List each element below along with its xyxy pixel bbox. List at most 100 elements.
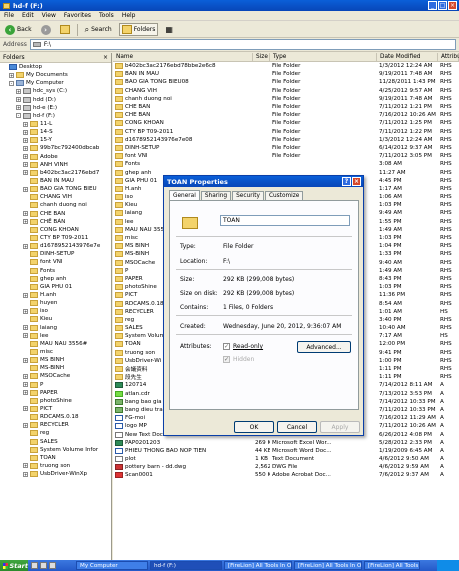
expand-icon[interactable]: + — [23, 211, 28, 217]
tree-item[interactable]: + hd-e (E:) — [0, 104, 111, 112]
minimize-button[interactable]: _ — [428, 1, 437, 10]
expand-icon[interactable]: + — [23, 422, 28, 428]
list-item[interactable]: d1678952143976e7e08 File Folder 1/3/2012 1… — [113, 136, 459, 144]
tree-item[interactable]: - My Computer — [0, 79, 111, 87]
close-window-button[interactable]: × — [448, 1, 457, 10]
tree-item[interactable]: + H.anh — [0, 291, 111, 299]
tree-item[interactable]: reg — [0, 429, 111, 437]
search-button[interactable]: ⌕ Search — [83, 23, 114, 36]
menu-favorites[interactable]: Favorites — [64, 12, 91, 19]
tree-item[interactable]: DINH-SETUP — [0, 250, 111, 258]
tree-item[interactable]: TOAN — [0, 454, 111, 462]
list-item[interactable]: CTY BP T09-2011 File Folder 7/11/2012 1:22… — [113, 128, 459, 136]
list-item[interactable]: CHANG VIH File Folder 4/25/2012 9:57 AM RHS — [113, 87, 459, 95]
collapse-icon[interactable]: - — [16, 113, 21, 119]
column-name[interactable]: Name — [113, 53, 253, 61]
tree-item[interactable]: + ANH VINH — [0, 161, 111, 169]
quicklaunch-icon[interactable] — [31, 562, 38, 569]
column-type[interactable]: Type — [270, 53, 377, 61]
expand-icon[interactable]: + — [23, 243, 28, 249]
back-button[interactable]: ‹ Back — [3, 23, 34, 36]
views-button[interactable]: ▦ — [163, 23, 175, 36]
tree-item[interactable]: font VNI — [0, 258, 111, 266]
tree-item[interactable]: + iso — [0, 307, 111, 315]
tree-item[interactable]: + hdd (D:) — [0, 96, 111, 104]
column-date[interactable]: Date Modified — [377, 53, 438, 61]
tree-item[interactable]: + UsbDriver-WinXp — [0, 470, 111, 478]
tree-item[interactable]: Kieu — [0, 315, 111, 323]
expand-icon[interactable]: + — [23, 129, 28, 135]
list-item[interactable]: PHIEU THONG BAO NOP TIEN 44 KB Microsoft W… — [113, 447, 459, 455]
taskbar-item-hd-f[interactable]: hd-f (F:) — [150, 561, 222, 570]
expand-icon[interactable]: + — [23, 308, 28, 314]
ok-button[interactable]: OK — [234, 421, 274, 433]
list-item[interactable]: CONG KHOAN File Folder 7/11/2012 1:25 PM RH… — [113, 119, 459, 127]
column-attributes[interactable]: Attributes — [438, 53, 459, 61]
expand-icon[interactable]: + — [23, 471, 28, 477]
expand-icon[interactable]: + — [16, 105, 21, 111]
expand-icon[interactable]: + — [16, 88, 21, 94]
expand-icon[interactable]: + — [23, 162, 28, 168]
tree-item[interactable]: +11-L — [0, 120, 111, 128]
folders-button[interactable]: Folders — [118, 23, 159, 36]
expand-icon[interactable]: + — [9, 72, 14, 78]
readonly-checkbox[interactable]: ✓ — [223, 343, 230, 350]
tree-item[interactable]: + BAO GIA TONG BIEU — [0, 185, 111, 193]
list-item[interactable]: CHE BAN File Folder 7/11/2012 1:21 PM RHS — [113, 103, 459, 111]
expand-icon[interactable]: + — [23, 357, 28, 363]
tree-item[interactable]: SALES — [0, 437, 111, 445]
tree-item[interactable]: GIA PHU 01 — [0, 283, 111, 291]
expand-icon[interactable]: + — [23, 333, 28, 339]
tree-item[interactable]: ghep anh — [0, 275, 111, 283]
menu-edit[interactable]: Edit — [22, 12, 34, 19]
menu-help[interactable]: Help — [122, 12, 136, 19]
taskbar-item-my-computer[interactable]: My Computer — [76, 561, 148, 570]
tree-item[interactable]: + CHE BAN — [0, 210, 111, 218]
list-item[interactable]: Scan0001 550 KBAdobe Acrobat Doc... 7/6/20… — [113, 471, 459, 479]
list-item[interactable]: Fonts 3:08 AM RHS — [113, 160, 459, 168]
expand-icon[interactable]: + — [23, 154, 28, 160]
tree-item[interactable]: + P — [0, 380, 111, 388]
taskbar-item-firelion-1[interactable]: [FireLion] All Tools In On... — [224, 561, 292, 570]
list-item[interactable]: plot 1 KB Text Document 4/6/2012 9:50 AM A — [113, 455, 459, 463]
expand-icon[interactable]: + — [23, 121, 28, 127]
expand-icon[interactable]: + — [23, 170, 28, 176]
tree-item[interactable]: +99b7bc792400dbcab — [0, 144, 111, 152]
tree-item[interactable]: photoShine — [0, 397, 111, 405]
tree-item[interactable]: +14-S — [0, 128, 111, 136]
advanced-button[interactable]: Advanced... — [297, 341, 351, 353]
tree-item[interactable]: huyen — [0, 299, 111, 307]
list-item[interactable]: DINH-SETUP File Folder 6/14/2012 9:37 AM RH… — [113, 144, 459, 152]
tree-item[interactable]: chanh duong noi — [0, 201, 111, 209]
taskbar-item-firelion-2[interactable]: [FireLion] All Tools In On... — [294, 561, 362, 570]
tree-item[interactable]: + laiang — [0, 324, 111, 332]
up-folder-button[interactable] — [58, 23, 72, 36]
tree-item[interactable]: + MSOCache — [0, 372, 111, 380]
start-button[interactable]: Start — [0, 560, 28, 571]
column-size[interactable]: Size — [253, 53, 270, 61]
tree-item[interactable]: + PICT — [0, 405, 111, 413]
tree-item[interactable]: + b402bc3ac2176ebd7 — [0, 169, 111, 177]
tree-item[interactable]: + Adobe — [0, 153, 111, 161]
expand-icon[interactable]: + — [23, 292, 28, 298]
expand-icon[interactable]: + — [23, 186, 28, 192]
list-item[interactable]: PAP0201203 269 KBMicrosoft Excel Wor... 5/… — [113, 439, 459, 447]
list-item[interactable]: BAO GIA TONG BIEU08 File Folder 11/28/2011… — [113, 78, 459, 86]
expand-icon[interactable]: + — [23, 219, 28, 225]
expand-icon[interactable]: + — [23, 406, 28, 412]
list-item[interactable]: font VNI File Folder 7/11/2012 3:05 PM RHS — [113, 152, 459, 160]
apply-button[interactable]: Apply — [320, 421, 360, 433]
tree-item[interactable]: - hd-f (F:) — [0, 112, 111, 120]
tab-general[interactable]: General — [169, 190, 200, 200]
tree-item[interactable]: + RECYCLER — [0, 421, 111, 429]
list-item[interactable]: pottery barn - dd.dwg 2,562 KBDWG File 4/6… — [113, 463, 459, 471]
expand-icon[interactable]: + — [23, 325, 28, 331]
expand-icon[interactable]: + — [16, 97, 21, 103]
menu-view[interactable]: View — [42, 12, 56, 19]
menu-tools[interactable]: Tools — [99, 12, 114, 19]
tree-item[interactable]: MS-BINH — [0, 364, 111, 372]
menu-file[interactable]: File — [4, 12, 14, 19]
tree-item[interactable]: + MS BINH — [0, 356, 111, 364]
list-item[interactable]: BAN IN MAU File Folder 9/19/2011 7:48 AM RH… — [113, 70, 459, 78]
expand-icon[interactable]: + — [23, 137, 28, 143]
